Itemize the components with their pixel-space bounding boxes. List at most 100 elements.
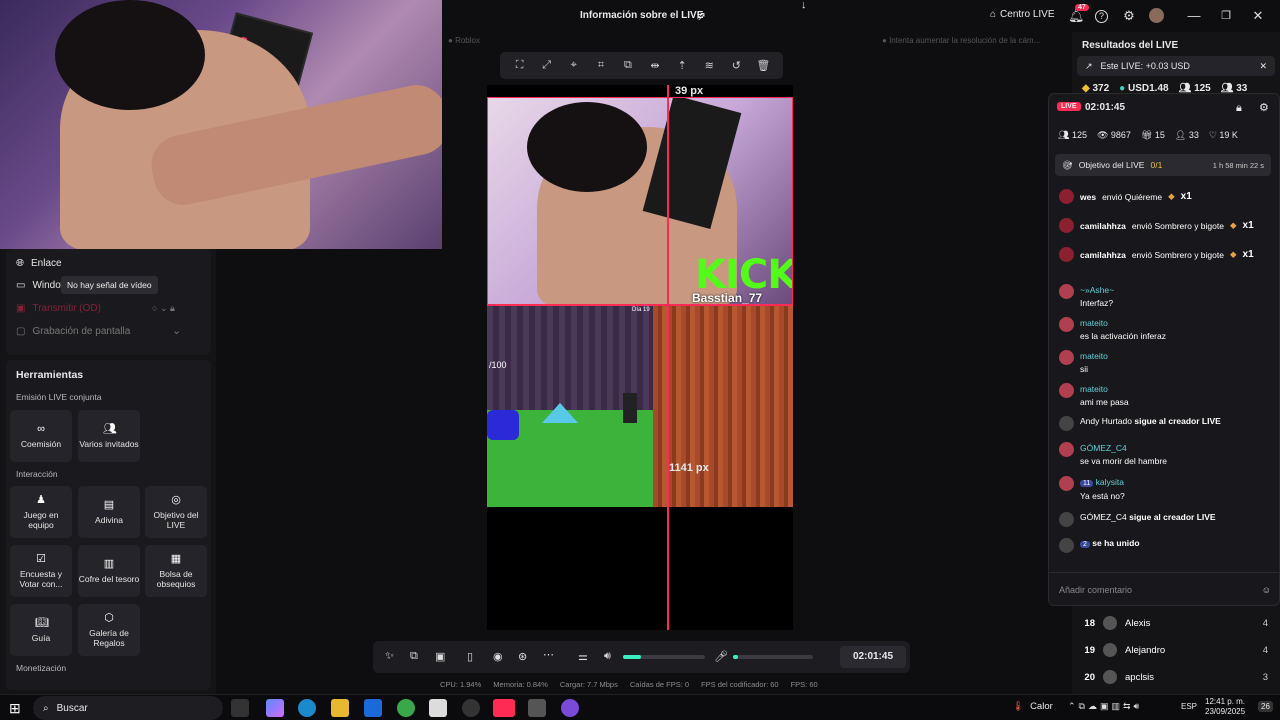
fps-stat: FPS: 60 xyxy=(790,680,818,689)
volume-slider[interactable] xyxy=(623,655,705,659)
home-icon: ⌂ xyxy=(990,9,997,20)
edge-icon[interactable] xyxy=(298,699,316,717)
avatar[interactable] xyxy=(1149,8,1164,23)
flip-icon[interactable]: ⇹ xyxy=(647,59,663,72)
tool-guide[interactable]: 📖︎ Guía xyxy=(10,604,72,656)
tool-team-game[interactable]: ♟ Juego en equipo xyxy=(10,486,72,538)
delete-icon[interactable]: 🗑︎ xyxy=(755,59,771,72)
crop-icon[interactable]: ⌗ xyxy=(593,59,609,72)
help-icon[interactable]: ? xyxy=(1095,10,1108,23)
gift-message[interactable]: camilahhza envió Sombrero y bigote ◆ x1 xyxy=(1059,247,1254,262)
mic-slider[interactable] xyxy=(733,655,813,659)
chat-message[interactable]: 11 kalysita Ya está no? xyxy=(1059,476,1125,503)
settings-icon[interactable]: ⚙ xyxy=(1121,8,1137,24)
tool-gift-gallery[interactable]: ⬡ Galería de Regalos xyxy=(78,604,140,656)
volume-icon[interactable]: 🔊︎ xyxy=(604,650,611,663)
mic-icon[interactable]: 🎤︎ xyxy=(714,650,728,663)
centro-live-button[interactable]: ⌂ Centro LIVE xyxy=(990,9,1055,20)
rotate-icon[interactable]: ↺ xyxy=(728,59,744,72)
live-info-title[interactable]: Información sobre el LIVE xyxy=(580,10,703,21)
chevron-down-icon[interactable]: ⌄ xyxy=(172,324,181,337)
roblox-icon[interactable] xyxy=(528,699,546,717)
close-icon[interactable]: ✕ xyxy=(1250,8,1266,24)
ranking-row[interactable]: 20 apclsis 3 xyxy=(1083,670,1268,684)
store-icon[interactable] xyxy=(429,699,447,717)
discord-icon[interactable] xyxy=(561,699,579,717)
center-icon[interactable]: ⌖ xyxy=(566,59,582,72)
duplicate-icon[interactable]: ⧉ xyxy=(620,59,636,72)
screen-icon[interactable]: ▣ xyxy=(435,650,445,663)
performance-stats: CPU: 1.94% Memoria: 0.84% Cargar: 7.7 Mb… xyxy=(440,680,880,689)
drag-arrow-icon[interactable]: ↓ xyxy=(801,0,807,11)
app-icon[interactable] xyxy=(462,699,480,717)
comment-input[interactable]: Añadir comentario ☺ xyxy=(1049,572,1279,605)
minimize-icon[interactable]: — xyxy=(1186,8,1202,24)
layers-icon[interactable]: ≋ xyxy=(701,59,717,72)
preview-camera-layer[interactable]: KICK Basstian_77 xyxy=(487,97,793,305)
lock-icon[interactable]: 🔒︎ xyxy=(170,303,175,313)
chat-message[interactable]: Andy Hurtado sigue al creador LIVE xyxy=(1059,416,1221,431)
live-goal-bar[interactable]: 🎯︎ Objetivo del LIVE 0/1 1 h 58 min 22 s xyxy=(1055,154,1271,176)
chat-message[interactable]: 2 se ha unido xyxy=(1059,538,1140,553)
source-enlace[interactable]: 🌐︎ Enlace xyxy=(16,258,62,269)
outlook-icon[interactable] xyxy=(364,699,382,717)
source-screen-record[interactable]: ▢ Grabación de pantalla xyxy=(16,326,130,337)
chat-message[interactable]: mateito ami me pasa xyxy=(1059,383,1129,409)
gift-message[interactable]: camilahhza envió Sombrero y bigote ◆ x1 xyxy=(1059,218,1254,233)
overlay-icon[interactable]: ⧉ xyxy=(410,650,418,663)
clock[interactable]: 12:41 p. m. 23/09/2025 xyxy=(1205,697,1245,717)
chat-message[interactable]: ~»Ashe~ Interfaz? xyxy=(1059,284,1114,310)
avatar xyxy=(1059,512,1074,527)
eye-icon[interactable]: ○ xyxy=(152,303,157,313)
ranking-row[interactable]: 18 Alexis 4 xyxy=(1083,616,1268,630)
share-icon[interactable]: ⇗ xyxy=(696,9,706,23)
close-icon[interactable]: ✕ xyxy=(1259,61,1267,72)
chat-message[interactable]: mateito es la activación inferaz xyxy=(1059,317,1166,343)
tiktok-live-icon[interactable] xyxy=(493,699,515,717)
tool-gift-bag[interactable]: ▦ Bolsa de obsequios xyxy=(145,545,207,597)
source-transmit[interactable]: ▣ Transmitir (OD) xyxy=(16,303,101,314)
file-explorer-icon[interactable] xyxy=(331,699,349,717)
earnings-banner[interactable]: ↗ Este LIVE: +0.03 USD ✕ xyxy=(1077,56,1275,76)
tray-icons[interactable]: ⌃⧉☁▣▥⇆🔊︎ xyxy=(1068,701,1142,712)
stream-preview[interactable]: KICK Basstian_77 /100 Día 19 39 px 1141 … xyxy=(487,85,793,630)
layer-up-icon[interactable]: ⇡ xyxy=(674,59,690,72)
camera-switch-icon[interactable]: ⊛ xyxy=(518,650,527,663)
effects-icon[interactable]: ✨︎ xyxy=(385,650,394,663)
chat-message[interactable]: GÓMEZ_C4 se va morir del hambre xyxy=(1059,442,1167,468)
weather-widget[interactable]: 🌡︎ Calor xyxy=(1012,701,1053,712)
left-panel: 🌐︎ Enlace ▭ Window No hay señal de vídeo ▣… xyxy=(0,249,216,694)
tool-guess[interactable]: ▤ Adivina xyxy=(78,486,140,538)
emoji-icon[interactable]: ☺ xyxy=(1262,585,1271,595)
chat-message[interactable]: mateito sii xyxy=(1059,350,1108,376)
chrome-icon[interactable] xyxy=(397,699,415,717)
mixer-icon[interactable]: ⚌ xyxy=(578,650,588,663)
maximize-icon[interactable]: ❐ xyxy=(1218,8,1234,24)
tool-treasure[interactable]: ▥ Cofre del tesoro xyxy=(78,545,140,597)
ranking-row[interactable]: 19 Alejandro 4 xyxy=(1083,643,1268,657)
tool-poll[interactable]: ☑ Encuesta y Votar con... xyxy=(10,545,72,597)
memory-stat: Memoria: 0.84% xyxy=(493,680,548,689)
notification-center[interactable]: 26 xyxy=(1258,701,1273,712)
phone-icon[interactable]: ▯ xyxy=(467,650,473,663)
source-controls[interactable]: ○ ⌄ 🔒︎ xyxy=(152,303,175,314)
chevron-down-icon[interactable]: ⌄ xyxy=(160,303,168,313)
rank-name: Alexis xyxy=(1125,617,1151,629)
lock-icon[interactable]: 🔒︎ xyxy=(1236,102,1242,115)
more-icon[interactable]: ⋯ xyxy=(543,648,554,661)
windows-start-icon[interactable]: ⊞ xyxy=(9,700,21,717)
record-icon[interactable]: ◉ xyxy=(493,650,503,663)
tool-multi-guest[interactable]: 👥︎ Varios invitados xyxy=(78,410,140,462)
gift-message[interactable]: wes envió Quiéreme ◆ x1 xyxy=(1059,189,1192,204)
preview-game-layer[interactable]: /100 Día 19 xyxy=(487,305,793,507)
tool-live-goal[interactable]: ◎ Objetivo del LIVE xyxy=(145,486,207,538)
expand-icon[interactable]: ⤢ xyxy=(539,59,555,72)
tool-coemision[interactable]: ∞ Coemisión xyxy=(10,410,72,462)
search-bar[interactable]: ⌕ Buscar xyxy=(33,696,223,720)
language-indicator[interactable]: ESP xyxy=(1181,702,1197,711)
fit-icon[interactable]: ⛶ xyxy=(512,59,528,72)
copilot-icon[interactable] xyxy=(266,699,284,717)
settings-icon[interactable]: ⚙ xyxy=(1259,101,1269,114)
chat-message[interactable]: GÓMEZ_C4 sigue al creador LIVE xyxy=(1059,512,1216,527)
task-view-icon[interactable] xyxy=(231,699,249,717)
